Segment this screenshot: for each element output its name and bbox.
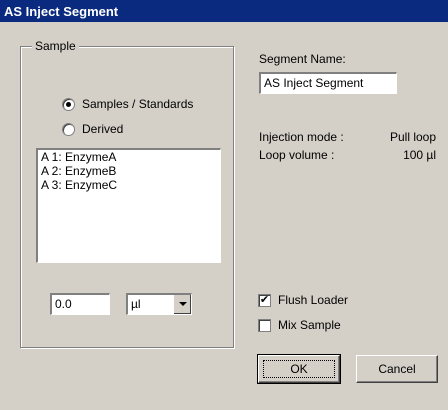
volume-input[interactable]: 0.0	[50, 293, 110, 315]
radio-unchecked-icon	[62, 122, 75, 136]
title-bar: AS Inject Segment	[0, 0, 448, 22]
checkbox-empty-icon	[258, 318, 271, 332]
list-item[interactable]: A 1: EnzymeA	[38, 150, 220, 164]
segment-name-label: Segment Name:	[259, 52, 346, 66]
unit-select-value: µl	[131, 297, 141, 311]
flush-loader-checkbox[interactable]: ✔ Flush Loader	[258, 293, 348, 307]
unit-select[interactable]: µl	[126, 293, 192, 315]
checkmark-icon: ✔	[258, 293, 271, 307]
sample-group-title: Sample	[32, 39, 79, 53]
radio-derived[interactable]: Derived	[62, 122, 123, 136]
mix-sample-checkbox[interactable]: Mix Sample	[258, 318, 341, 332]
radio-samples-standards[interactable]: Samples / Standards	[62, 97, 193, 111]
injection-mode-label: Injection mode :	[259, 130, 344, 144]
loop-volume-value: 100 µl	[403, 148, 436, 162]
radio-derived-label: Derived	[82, 122, 124, 136]
list-item[interactable]: A 3: EnzymeC	[38, 178, 220, 192]
cancel-label: Cancel	[378, 362, 416, 376]
ok-label: OK	[290, 362, 308, 376]
chevron-down-icon[interactable]	[173, 295, 191, 314]
radio-checked-icon	[62, 97, 75, 111]
sample-listbox[interactable]: A 1: EnzymeA A 2: EnzymeB A 3: EnzymeC	[36, 148, 221, 263]
ok-button[interactable]: OK	[257, 354, 341, 384]
window-title: AS Inject Segment	[4, 4, 119, 19]
loop-volume-label: Loop volume :	[259, 148, 335, 162]
radio-samples-label: Samples / Standards	[82, 97, 194, 111]
injection-mode-value: Pull loop	[389, 130, 436, 144]
flush-loader-label: Flush Loader	[278, 293, 349, 307]
mix-sample-label: Mix Sample	[278, 318, 341, 332]
list-item[interactable]: A 2: EnzymeB	[38, 164, 220, 178]
segment-name-input[interactable]: AS Inject Segment	[259, 72, 397, 94]
cancel-button[interactable]: Cancel	[356, 355, 438, 383]
